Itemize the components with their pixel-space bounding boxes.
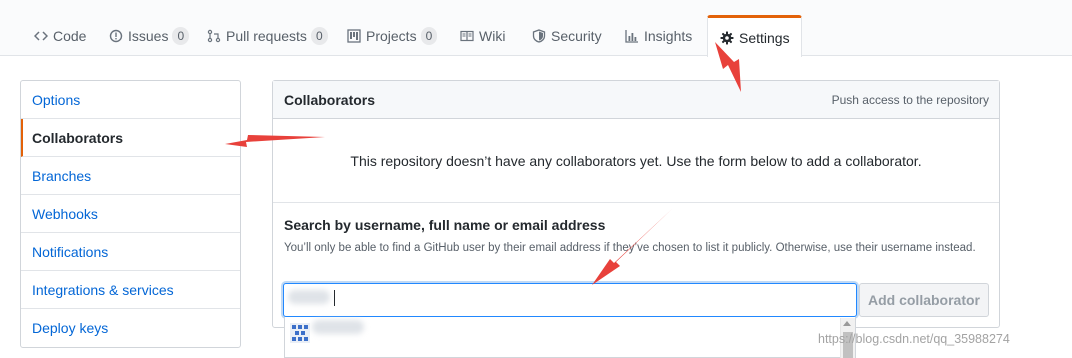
- sidebar-item-integrations[interactable]: Integrations & services: [21, 271, 240, 309]
- issues-count-badge: 0: [172, 27, 190, 45]
- sidebar-item-webhooks[interactable]: Webhooks: [21, 195, 240, 233]
- push-access-note: Push access to the repository: [831, 92, 989, 107]
- add-collaborator-button[interactable]: Add collaborator: [859, 283, 989, 317]
- issue-opened-icon: [108, 28, 124, 44]
- empty-collaborators-message: This repository doesn’t have any collabo…: [273, 119, 999, 203]
- search-label: Search by username, full name or email a…: [284, 217, 606, 233]
- pull-requests-count-badge: 0: [310, 27, 328, 45]
- tab-pull-requests-label: Pull requests: [226, 28, 307, 44]
- tab-settings[interactable]: Settings: [707, 15, 802, 57]
- tab-issues-label: Issues: [128, 28, 169, 44]
- gear-icon: [719, 30, 735, 46]
- text-cursor: [334, 290, 335, 306]
- code-icon: [33, 28, 49, 44]
- tab-security[interactable]: Security: [531, 16, 602, 56]
- shield-icon: [531, 28, 547, 44]
- sidebar-item-branches[interactable]: Branches: [21, 157, 240, 195]
- user-avatar[interactable]: [290, 323, 310, 343]
- redacted-username: [288, 290, 330, 304]
- tab-insights-label: Insights: [644, 28, 693, 44]
- repo-nav-tabs: Code Issues 0 Pull requests 0 Projects 0…: [0, 0, 1072, 57]
- project-icon: [346, 28, 362, 44]
- collaborators-header: Collaborators Push access to the reposit…: [273, 81, 999, 119]
- tab-code-label: Code: [53, 28, 87, 44]
- tab-security-label: Security: [551, 28, 602, 44]
- book-icon: [459, 28, 475, 44]
- sidebar-item-collaborators[interactable]: Collaborators: [21, 119, 240, 157]
- tab-settings-label: Settings: [739, 29, 790, 46]
- tab-projects[interactable]: Projects 0: [346, 16, 438, 56]
- tab-wiki-label: Wiki: [479, 28, 506, 44]
- scroll-up-arrow-icon[interactable]: [843, 321, 851, 326]
- add-collaborator-form: Search by username, full name or email a…: [273, 203, 999, 257]
- watermark: https://blog.csdn.net/qq_35988274: [818, 332, 1010, 346]
- autocomplete-dropdown: [284, 317, 856, 358]
- redacted-suggestion-name: [312, 320, 364, 334]
- sidebar-item-notifications[interactable]: Notifications: [21, 233, 240, 271]
- tab-pull-requests[interactable]: Pull requests 0: [206, 16, 328, 56]
- graph-icon: [624, 28, 640, 44]
- git-pull-request-icon: [206, 28, 222, 44]
- tab-projects-label: Projects: [366, 28, 417, 44]
- tab-wiki[interactable]: Wiki: [459, 16, 505, 56]
- tab-code[interactable]: Code: [33, 16, 86, 56]
- search-help-text: You’ll only be able to find a GitHub use…: [284, 242, 976, 254]
- collaborators-title: Collaborators: [284, 91, 376, 108]
- sidebar-item-deploy-keys[interactable]: Deploy keys: [21, 309, 240, 347]
- projects-count-badge: 0: [420, 27, 438, 45]
- tab-issues[interactable]: Issues 0: [108, 16, 190, 56]
- sidebar-item-options[interactable]: Options: [21, 81, 240, 119]
- settings-sidebar: Options Collaborators Branches Webhooks …: [20, 80, 241, 348]
- tab-insights[interactable]: Insights: [624, 16, 692, 56]
- collaborator-search-input[interactable]: [283, 283, 857, 317]
